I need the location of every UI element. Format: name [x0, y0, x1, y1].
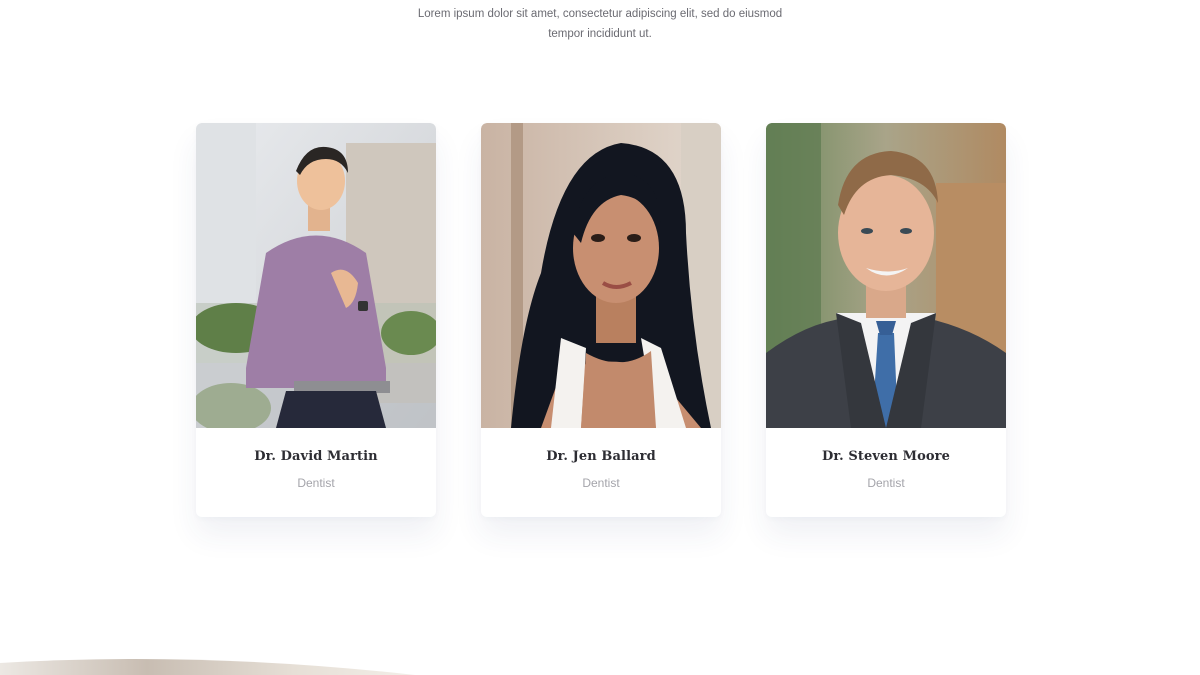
intro-line-2: tempor incididunt ut. [548, 28, 652, 40]
team-member-name: Dr. Jen Ballard [546, 449, 656, 464]
team-member-name: Dr. Steven Moore [822, 449, 950, 464]
team-member-name: Dr. David Martin [254, 449, 378, 464]
section-intro: Lorem ipsum dolor sit amet, consectetur … [0, 4, 1200, 44]
team-grid: Dr. David Martin Dentist Dr. Jen Ballard… [196, 123, 1006, 517]
team-card[interactable]: Dr. Jen Ballard Dentist [481, 123, 721, 517]
team-card[interactable]: Dr. Steven Moore Dentist [766, 123, 1006, 517]
team-member-photo [196, 123, 436, 428]
page: Lorem ipsum dolor sit amet, consectetur … [0, 0, 1200, 675]
team-member-role: Dentist [297, 476, 335, 490]
next-section-image-edge [0, 659, 415, 675]
team-card[interactable]: Dr. David Martin Dentist [196, 123, 436, 517]
team-member-role: Dentist [582, 476, 620, 490]
team-member-photo [481, 123, 721, 428]
team-member-photo [766, 123, 1006, 428]
intro-line-1: Lorem ipsum dolor sit amet, consectetur … [417, 8, 783, 20]
team-member-role: Dentist [867, 476, 905, 490]
